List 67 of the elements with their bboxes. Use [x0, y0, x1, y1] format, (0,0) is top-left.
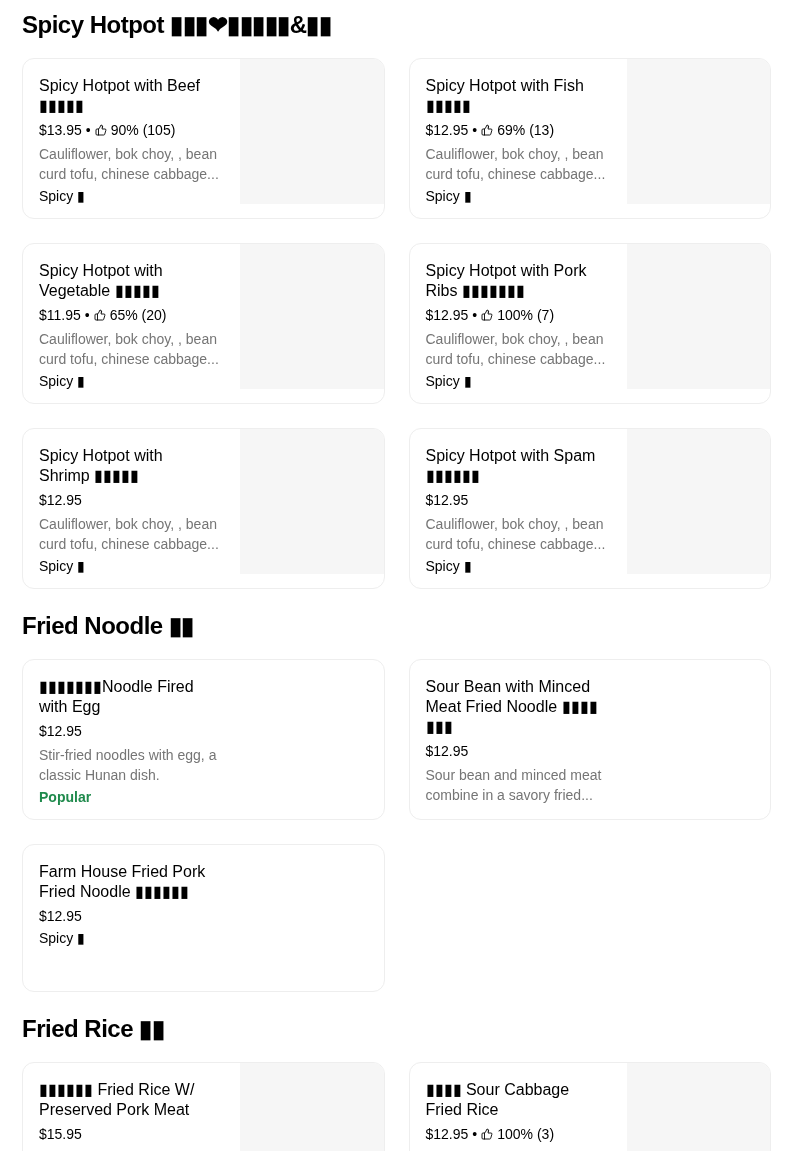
item-name: ▮▮▮▮▮▮ Fried Rice W/ Preserved Pork Meat — [39, 1080, 196, 1120]
item-name: Spicy Hotpot with Vegetable ▮▮▮▮▮ — [39, 261, 164, 301]
item-tag: Spicy ▮ — [425, 556, 611, 576]
menu-item-card[interactable]: ▮▮▮▮ Sour Cabbage Fried Rice $12.95 • 100% (3) — [408, 1062, 771, 1151]
item-tag: Spicy ▮ — [425, 371, 611, 391]
item-name: Sour Bean with Minced Meat Fried Noodle ▮▮▮▮ ▮▮▮ — [425, 677, 599, 737]
item-price: $15.95 — [39, 1125, 82, 1144]
menu-item-card[interactable]: Spicy Hotpot with Beef ▮▮▮▮▮ $13.95 • 90% (105) Cauliflower, bok choy, , bean curd tofu, chinese cabbage... Spicy ▮ — [22, 58, 385, 219]
separator-dot: • — [472, 121, 478, 140]
thumbs-up-icon — [93, 309, 106, 321]
separator-dot: • — [472, 306, 478, 325]
menu-item-card[interactable]: ▮▮▮▮▮▮▮Noodle Fired with Egg $12.95 Stir-fried noodles with egg, a classic Hunan dish. Popular — [22, 659, 385, 820]
section-heading: Fried Rice ▮▮ — [22, 1014, 166, 1044]
item-name: Spicy Hotpot with Spam ▮▮▮▮▮▮ — [425, 446, 597, 486]
item-description: Stir-fried noodles with egg, a classic Hunan dish. — [39, 746, 218, 785]
separator-dot: • — [472, 1125, 478, 1144]
menu-item-card[interactable]: Spicy Hotpot with Pork Ribs ▮▮▮▮▮▮▮ $12.95 • 100% (7) Cauliflower, bok choy, , bean curd tofu, chinese cabbage... Spicy ▮ — [408, 243, 771, 404]
item-price: $12.95 — [39, 907, 82, 926]
item-price: $12.95 — [425, 306, 469, 325]
item-price: $12.95 — [425, 491, 469, 510]
item-price: $12.95 — [425, 742, 469, 761]
item-tag: Spicy ▮ — [39, 556, 224, 576]
item-rating: 69% (13) — [497, 121, 555, 140]
item-description: Cauliflower, bok choy, , bean curd tofu, chinese cabbage... — [425, 330, 607, 369]
item-rating: 65% (20) — [109, 306, 167, 325]
item-price: $13.95 — [39, 121, 82, 140]
item-description: Sour bean and minced meat combine in a savory fried... — [425, 766, 603, 805]
menu-item-card[interactable]: ▮▮▮▮▮▮ Fried Rice W/ Preserved Pork Meat $15.95 — [22, 1062, 385, 1151]
item-description: Cauliflower, bok choy, , bean curd tofu, chinese cabbage... — [425, 145, 607, 184]
item-price: $12.95 — [39, 491, 82, 510]
item-rating: 90% (105) — [110, 121, 176, 140]
item-description: Cauliflower, bok choy, , bean curd tofu, chinese cabbage... — [39, 515, 220, 554]
separator-dot: • — [84, 306, 90, 325]
section-heading: Fried Noodle ▮▮ — [22, 611, 195, 641]
thumbs-up-icon — [481, 309, 494, 321]
item-name: Farm House Fried Pork Fried Noodle ▮▮▮▮▮▮ — [39, 862, 207, 902]
item-price: $12.95 — [39, 722, 82, 741]
thumbs-up-icon — [481, 1128, 494, 1140]
thumbs-up-icon — [94, 124, 107, 136]
item-name: Spicy Hotpot with Shrimp ▮▮▮▮▮ — [39, 446, 164, 486]
item-description: Cauliflower, bok choy, , bean curd tofu, chinese cabbage... — [425, 515, 607, 554]
item-description: Cauliflower, bok choy, , bean curd tofu, chinese cabbage... — [39, 330, 220, 369]
menu-item-card[interactable]: Sour Bean with Minced Meat Fried Noodle ▮▮▮▮ ▮▮▮ $12.95 Sour bean and minced meat combine in a savory fried... — [408, 659, 771, 820]
menu-item-card[interactable]: Spicy Hotpot with Vegetable ▮▮▮▮▮ $11.95 • 65% (20) Cauliflower, bok choy, , bean curd tofu, chinese cabbage... Spicy ▮ — [22, 243, 385, 404]
item-name: Spicy Hotpot with Fish ▮▮▮▮▮ — [425, 76, 585, 116]
menu-item-card[interactable]: Spicy Hotpot with Shrimp ▮▮▮▮▮ $12.95 Cauliflower, bok choy, , bean curd tofu, chinese cabbage... Spicy ▮ — [22, 428, 385, 589]
menu-item-card[interactable]: Farm House Fried Pork Fried Noodle ▮▮▮▮▮▮ $12.95 Spicy ▮ — [22, 844, 385, 992]
item-tag: Spicy ▮ — [39, 928, 224, 948]
menu-item-card[interactable]: Spicy Hotpot with Fish ▮▮▮▮▮ $12.95 • 69% (13) Cauliflower, bok choy, , bean curd tofu, chinese cabbage... Spicy ▮ — [408, 58, 771, 219]
item-price: $12.95 — [425, 121, 469, 140]
item-price: $11.95 — [39, 306, 81, 325]
item-price: $12.95 — [425, 1125, 469, 1144]
item-name: ▮▮▮▮ Sour Cabbage Fried Rice — [425, 1080, 571, 1120]
section-heading: Spicy Hotpot ▮▮▮❤▮▮▮▮▮&▮▮ — [22, 10, 333, 40]
item-tag: Popular — [39, 787, 224, 807]
item-rating: 100% (3) — [497, 1125, 555, 1144]
item-tag: Spicy ▮ — [39, 186, 224, 206]
item-name: ▮▮▮▮▮▮▮Noodle Fired with Egg — [39, 677, 195, 717]
item-tag: Spicy ▮ — [425, 186, 611, 206]
item-tag: Spicy ▮ — [39, 371, 224, 391]
menu-item-card[interactable]: Spicy Hotpot with Spam ▮▮▮▮▮▮ $12.95 Cauliflower, bok choy, , bean curd tofu, chinese cabbage... Spicy ▮ — [408, 428, 771, 589]
item-description: Cauliflower, bok choy, , bean curd tofu, chinese cabbage... — [39, 145, 220, 184]
item-name: Spicy Hotpot with Pork Ribs ▮▮▮▮▮▮▮ — [425, 261, 588, 301]
thumbs-up-icon — [481, 124, 494, 136]
item-rating: 100% (7) — [497, 306, 555, 325]
separator-dot: • — [85, 121, 91, 140]
item-name: Spicy Hotpot with Beef ▮▮▮▮▮ — [39, 76, 201, 116]
